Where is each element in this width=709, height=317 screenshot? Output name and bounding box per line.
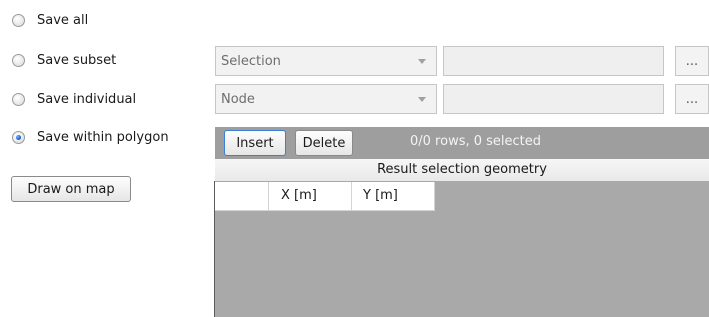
radio-button[interactable] <box>12 92 25 106</box>
column-header-x[interactable]: X [m] <box>269 182 352 211</box>
chevron-down-icon <box>418 59 426 64</box>
insert-button[interactable]: Insert <box>224 130 286 156</box>
grid-title: Result selection geometry <box>215 159 709 182</box>
subset-browse-button[interactable]: ... <box>675 46 709 76</box>
radio-button[interactable] <box>12 13 25 27</box>
grid-row-header-corner <box>215 182 269 211</box>
radio-label-save-all: Save all <box>37 12 89 28</box>
radio-label-save-within-polygon: Save within polygon <box>37 129 169 145</box>
individual-combo-value: Node <box>221 91 255 107</box>
radio-label-save-subset: Save subset <box>37 52 117 68</box>
radio-label-save-individual: Save individual <box>37 91 137 107</box>
column-header-y[interactable]: Y [m] <box>352 182 435 211</box>
subset-text-field[interactable] <box>443 46 664 76</box>
individual-text-field[interactable] <box>443 84 664 114</box>
delete-button[interactable]: Delete <box>295 130 353 156</box>
radio-button[interactable] <box>12 53 25 67</box>
radio-save-all[interactable]: Save all <box>12 10 88 30</box>
radio-button-selected[interactable] <box>12 130 25 144</box>
radio-save-subset[interactable]: Save subset <box>12 50 116 70</box>
individual-combo[interactable]: Node <box>215 84 437 114</box>
row-status-text: 0/0 rows, 0 selected <box>410 134 542 149</box>
individual-browse-button[interactable]: ... <box>675 84 709 114</box>
draw-on-map-button[interactable]: Draw on map <box>11 176 131 202</box>
subset-combo-value: Selection <box>221 53 281 69</box>
radio-save-within-polygon[interactable]: Save within polygon <box>12 127 169 147</box>
subset-combo[interactable]: Selection <box>215 46 437 76</box>
radio-save-individual[interactable]: Save individual <box>12 89 136 109</box>
chevron-down-icon <box>418 97 426 102</box>
